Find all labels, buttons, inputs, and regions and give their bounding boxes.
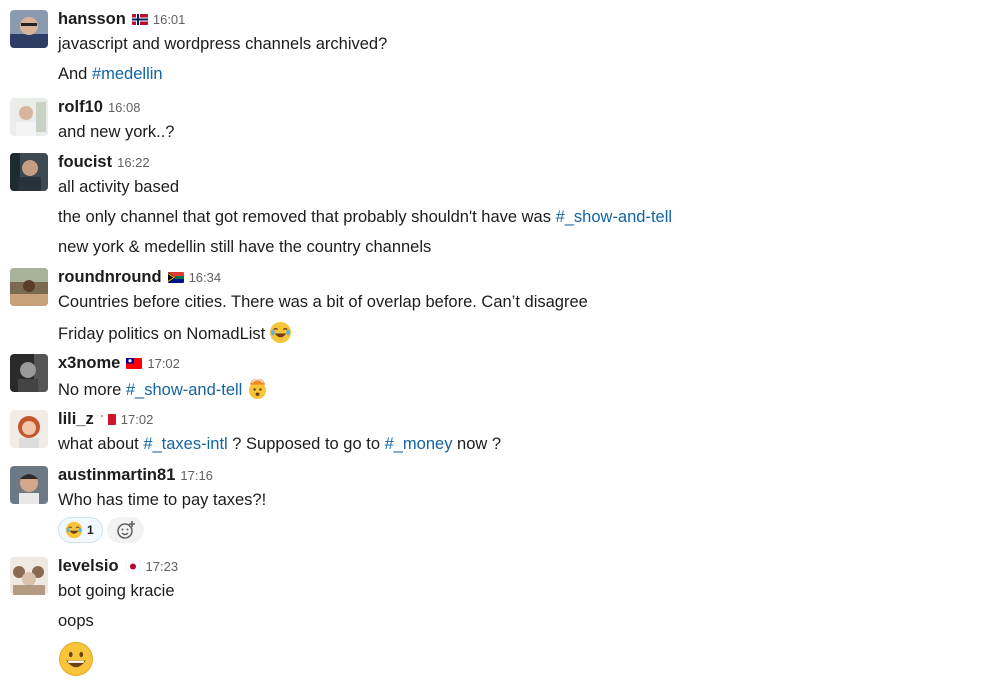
taiwan-flag-icon: [126, 357, 143, 369]
japan-flag-icon: [124, 560, 141, 572]
timestamp[interactable]: 16:22: [117, 155, 150, 170]
message-text: oops: [58, 612, 94, 630]
timestamp[interactable]: 17:23: [146, 559, 179, 574]
message-text: and new york..?: [58, 123, 175, 141]
reaction-count: 1: [87, 523, 94, 537]
add-emoji-icon: [116, 521, 135, 539]
message-text: Who has time to pay taxes?!: [58, 491, 267, 509]
message-text: And #medellin: [58, 63, 163, 85]
message-text: No more #_show-and-tell: [58, 377, 269, 401]
username[interactable]: foucist: [58, 153, 112, 172]
message-text: the only channel that got removed that p…: [58, 206, 672, 228]
norway-flag-icon: [131, 13, 148, 25]
exploding-head-emoji-icon: [249, 378, 267, 400]
username[interactable]: x3nome: [58, 354, 120, 373]
message-feed: hansson 16:01 javascript and wordpress c…: [0, 0, 1000, 683]
channel-link[interactable]: #_show-and-tell: [126, 381, 242, 399]
channel-link[interactable]: #_show-and-tell: [556, 208, 672, 226]
message-text: bot going kracie: [58, 582, 175, 600]
avatar[interactable]: [10, 98, 48, 136]
message-text: what about #_taxes-intl ? Supposed to go…: [58, 433, 501, 455]
timestamp[interactable]: 17:02: [121, 412, 154, 427]
username[interactable]: rolf10: [58, 98, 103, 117]
username[interactable]: lili_z: [58, 410, 94, 429]
message-text-part: the only channel that got removed that p…: [58, 208, 556, 226]
message-text: new york & medellin still have the count…: [58, 238, 432, 256]
message-text: javascript and wordpress channels archiv…: [58, 35, 388, 53]
avatar[interactable]: [10, 466, 48, 504]
message-text-part: No more: [58, 381, 126, 399]
message-text-part: now ?: [452, 435, 502, 453]
add-reaction-button[interactable]: [107, 517, 144, 543]
username[interactable]: austinmartin81: [58, 466, 175, 485]
message-text: all activity based: [58, 178, 180, 196]
message-text-part: Friday politics on NomadList: [58, 325, 266, 343]
message-text-part: ? Supposed to go to: [227, 435, 385, 453]
message-text-part: what about: [58, 435, 144, 453]
south-africa-flag-icon: [167, 271, 184, 283]
timestamp[interactable]: 17:16: [180, 468, 213, 483]
timestamp[interactable]: 16:34: [189, 270, 222, 285]
timestamp[interactable]: 16:01: [153, 12, 186, 27]
joy-emoji-icon: [270, 321, 292, 344]
avatar[interactable]: [10, 153, 48, 191]
grinning-emoji-icon: [59, 642, 93, 676]
joy-emoji-icon: [65, 521, 83, 539]
avatar[interactable]: [10, 268, 48, 306]
username[interactable]: hansson: [58, 10, 126, 29]
username[interactable]: roundnround: [58, 268, 162, 287]
avatar[interactable]: [10, 557, 48, 595]
message-text-part: And: [58, 65, 92, 83]
message-text: Countries before cities. There was a bit…: [58, 293, 588, 311]
avatar[interactable]: [10, 410, 48, 448]
channel-link[interactable]: #_money: [385, 435, 453, 453]
malta-flag-icon: [99, 413, 116, 425]
avatar[interactable]: [10, 354, 48, 392]
timestamp[interactable]: 17:02: [147, 356, 180, 371]
message-text: Friday politics on NomadList: [58, 321, 292, 345]
timestamp[interactable]: 16:08: [108, 100, 141, 115]
username[interactable]: levelsio: [58, 557, 119, 576]
channel-link[interactable]: #medellin: [92, 65, 163, 83]
channel-link[interactable]: #_taxes-intl: [143, 435, 227, 453]
avatar[interactable]: [10, 10, 48, 48]
reaction-pill[interactable]: 1: [58, 517, 103, 543]
